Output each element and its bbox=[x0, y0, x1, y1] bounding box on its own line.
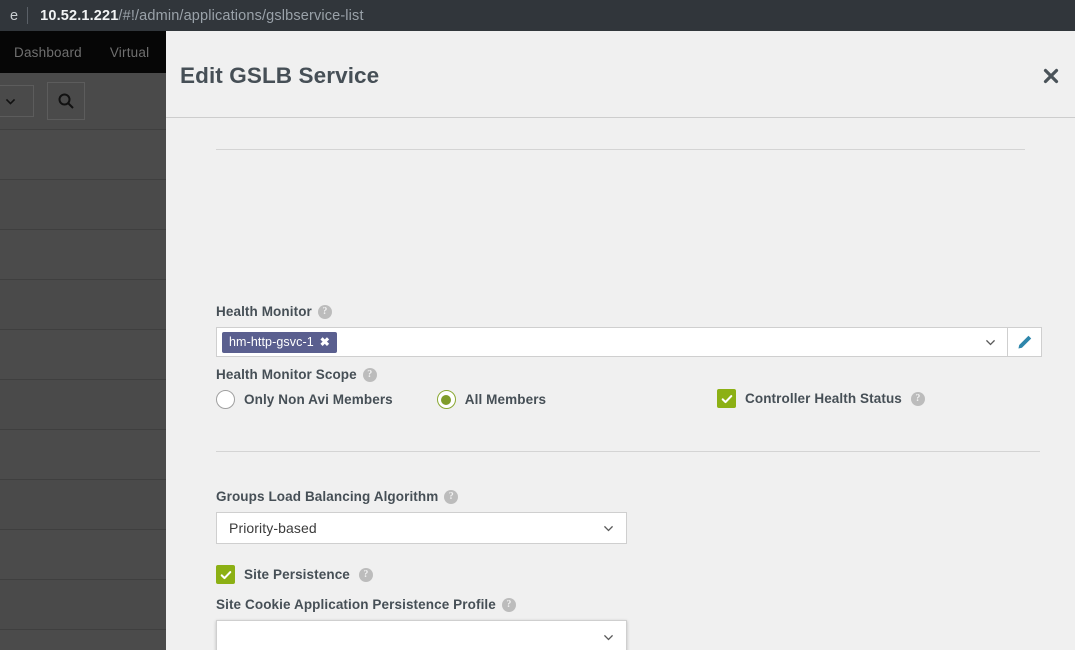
health-monitor-label: Health Monitor ? bbox=[216, 304, 1042, 319]
nav-item-virtual-services[interactable]: Virtual bbox=[96, 45, 163, 60]
search-icon bbox=[58, 93, 74, 109]
nav-item-dashboard[interactable]: Dashboard bbox=[0, 45, 96, 60]
pencil-edit-icon bbox=[1018, 335, 1032, 349]
checkmark-icon bbox=[220, 570, 231, 579]
modal-body: Health Monitor ? hm-http-gsvc-1 ✖ Health… bbox=[166, 149, 1075, 650]
groups-lb-algorithm-value: Priority-based bbox=[229, 520, 317, 536]
site-persistence-section: Site Persistence ? Site Cookie Applicati… bbox=[216, 565, 627, 650]
health-monitor-input[interactable]: hm-http-gsvc-1 ✖ bbox=[216, 327, 1008, 357]
close-icon bbox=[1043, 68, 1059, 84]
browser-url-bar[interactable]: e 10.52.1.221 /#!/admin/applications/gsl… bbox=[0, 0, 1075, 31]
content-divider-middle bbox=[216, 451, 1040, 452]
help-icon[interactable]: ? bbox=[444, 489, 459, 504]
groups-lb-algorithm-label: Groups Load Balancing Algorithm ? bbox=[216, 489, 627, 504]
edit-health-monitor-button[interactable] bbox=[1008, 327, 1042, 357]
radio-all-members[interactable]: All Members bbox=[436, 390, 547, 409]
health-monitor-chip[interactable]: hm-http-gsvc-1 ✖ bbox=[222, 331, 337, 353]
help-icon[interactable]: ? bbox=[317, 304, 332, 319]
help-icon[interactable]: ? bbox=[910, 391, 925, 406]
health-monitor-input-group: hm-http-gsvc-1 ✖ bbox=[216, 327, 1042, 357]
page-title: Edit GSLB Service bbox=[180, 63, 380, 88]
toolbar-search-button[interactable] bbox=[47, 82, 85, 120]
toolbar-select[interactable] bbox=[0, 85, 34, 117]
screen: e 10.52.1.221 /#!/admin/applications/gsl… bbox=[0, 0, 1075, 650]
tab-title-tail: e bbox=[10, 7, 19, 24]
site-persistence-field[interactable]: Site Persistence ? bbox=[216, 565, 627, 584]
groups-lb-algorithm-select[interactable]: Priority-based bbox=[216, 512, 627, 544]
chevron-down-icon[interactable] bbox=[602, 630, 615, 643]
radio-only-non-avi-members[interactable]: Only Non Avi Members bbox=[216, 390, 393, 409]
controller-health-status-checkbox[interactable] bbox=[717, 389, 736, 408]
radio-label: All Members bbox=[464, 392, 547, 407]
help-icon[interactable]: ? bbox=[358, 567, 373, 582]
radio-label: Only Non Avi Members bbox=[244, 392, 393, 407]
help-icon[interactable]: ? bbox=[501, 597, 516, 612]
chevron-down-icon[interactable] bbox=[984, 336, 997, 349]
radio-indicator-selected bbox=[436, 390, 456, 409]
controller-health-status-label: Controller Health Status bbox=[745, 391, 902, 406]
controller-health-status-field[interactable]: Controller Health Status ? bbox=[717, 389, 925, 408]
chevron-down-icon bbox=[603, 525, 614, 532]
site-cookie-profile-label: Site Cookie Application Persistence Prof… bbox=[216, 597, 627, 612]
modal-header: Edit GSLB Service bbox=[166, 31, 1075, 118]
chip-label: hm-http-gsvc-1 bbox=[229, 334, 314, 349]
urlbar-divider bbox=[27, 7, 29, 24]
content-divider-top bbox=[216, 149, 1025, 150]
groups-lb-algorithm-label-text: Groups Load Balancing Algorithm bbox=[216, 489, 439, 504]
edit-gslb-service-modal: Edit GSLB Service Health Monitor ? hm-ht… bbox=[166, 31, 1075, 650]
groups-lb-algorithm-field: Groups Load Balancing Algorithm ? Priori… bbox=[216, 489, 627, 544]
checkmark-icon bbox=[721, 394, 732, 403]
radio-indicator bbox=[216, 390, 235, 409]
health-monitor-scope-label-text: Health Monitor Scope bbox=[216, 367, 357, 382]
site-cookie-profile-input[interactable] bbox=[216, 620, 627, 650]
url-path: /#!/admin/applications/gslbservice-list bbox=[118, 7, 364, 24]
remove-chip-icon[interactable]: ✖ bbox=[320, 336, 330, 348]
site-cookie-profile-label-text: Site Cookie Application Persistence Prof… bbox=[216, 597, 496, 612]
health-monitor-label-text: Health Monitor bbox=[216, 304, 312, 319]
url-host: 10.52.1.221 bbox=[40, 7, 119, 24]
health-monitor-scope-label: Health Monitor Scope ? bbox=[216, 367, 1042, 382]
site-persistence-checkbox[interactable] bbox=[216, 565, 235, 584]
site-persistence-label: Site Persistence bbox=[244, 567, 350, 582]
site-cookie-profile-combobox: -- no valid entries -- Create bbox=[216, 620, 627, 650]
urlbar-left-edge bbox=[0, 0, 8, 31]
help-icon[interactable]: ? bbox=[362, 367, 377, 382]
close-button[interactable] bbox=[1038, 63, 1064, 89]
chevron-down-icon bbox=[5, 98, 15, 105]
